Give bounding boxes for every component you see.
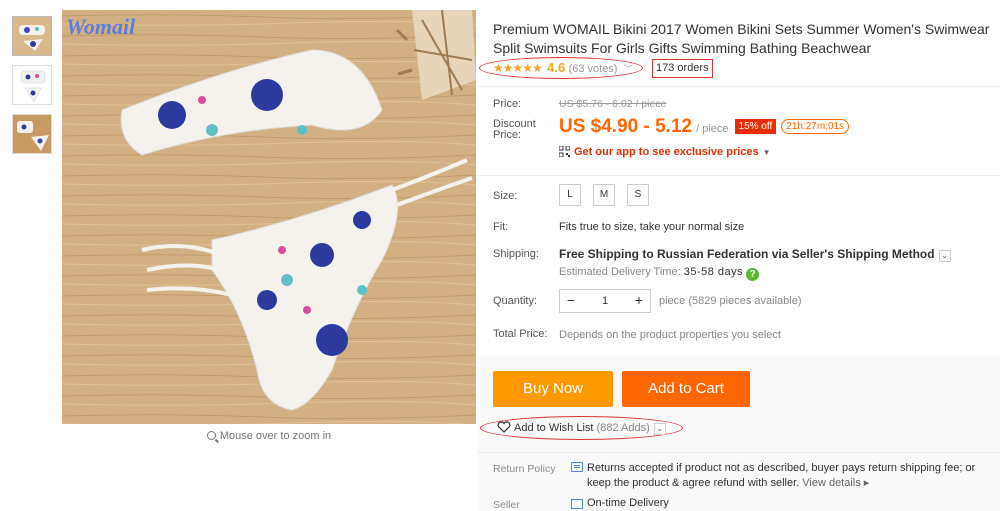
discount-label-line2: Price:: [493, 129, 522, 141]
price-unit: / piece: [696, 123, 729, 135]
brand-watermark: Womail: [66, 14, 136, 39]
seller-guarantee: On-time Delivery: [587, 497, 669, 509]
quantity-input[interactable]: 1: [582, 290, 628, 312]
current-price: US $4.90 - 5.12: [559, 116, 693, 137]
original-price: US $5.76 - 6.02 / piece: [559, 98, 667, 110]
size-label: Size:: [493, 190, 518, 202]
add-to-wishlist-button[interactable]: Add to Wish List (882 Adds) ⌄: [497, 421, 666, 435]
size-option-m[interactable]: M: [593, 184, 615, 206]
return-policy-text: Returns accepted if product not as descr…: [587, 462, 976, 489]
quantity-label: Quantity:: [493, 295, 538, 307]
delivery-icon: [571, 499, 583, 509]
return-policy-icon: [571, 462, 583, 472]
total-price-label: Total Price:: [493, 328, 548, 340]
quantity-increase-button[interactable]: +: [628, 290, 650, 312]
price-label: Price:: [493, 98, 522, 110]
orders-count: 173 orders: [652, 59, 713, 78]
divider: [477, 175, 1000, 176]
view-details-link[interactable]: View details ▸: [802, 477, 869, 489]
zoom-hint: Mouse over to zoom in: [62, 430, 476, 442]
discount-badge: 15% off: [734, 119, 777, 134]
countdown-timer: 21h:27m:01s: [781, 119, 850, 134]
shipping-label: Shipping:: [493, 248, 539, 260]
heart-icon: [497, 421, 511, 433]
wishlist-dropdown-icon[interactable]: ⌄: [653, 423, 666, 435]
shipping-method[interactable]: Free Shipping to Russian Federation via …: [559, 247, 951, 262]
discount-price-row: US $4.90 - 5.12/ piece 15% off 21h:27m:01s: [559, 116, 850, 138]
help-icon[interactable]: ?: [746, 268, 760, 281]
caret-down-icon: ▼: [762, 148, 771, 157]
thumbnail-3[interactable]: [12, 114, 52, 154]
fit-label: Fit:: [493, 221, 509, 233]
qr-code-icon: [559, 146, 570, 157]
quantity-availability: piece (5829 pieces available): [659, 295, 802, 307]
app-promo-link[interactable]: Get our app to see exclusive prices ▼: [559, 146, 771, 158]
rating-votes: (63 votes): [568, 63, 618, 75]
total-price-value: Depends on the product properties you se…: [559, 329, 781, 341]
product-detail-panel: Premium WOMAIL Bikini 2017 Women Bikini …: [477, 0, 1000, 511]
star-rating-icon: ★★★★★: [493, 61, 543, 75]
chevron-down-icon: ﹀: [623, 64, 633, 74]
fit-value: Fits true to size, take your normal size: [559, 221, 745, 233]
divider: [477, 452, 1000, 453]
thumbnail-2[interactable]: [12, 65, 52, 105]
return-policy-label: Return Policy: [493, 463, 556, 475]
product-title: Premium WOMAIL Bikini 2017 Women Bikini …: [493, 21, 990, 56]
magnifier-icon: [206, 431, 216, 440]
shipping-dropdown-icon[interactable]: ⌄: [938, 250, 951, 262]
thumbnail-1[interactable]: [12, 16, 52, 56]
seller-label: Seller: [493, 499, 520, 511]
quantity-stepper: − 1 +: [559, 289, 651, 313]
thumbnail-strip: [12, 16, 54, 163]
wishlist-count: (882 Adds): [596, 422, 650, 434]
size-option-s[interactable]: S: [627, 184, 649, 206]
size-option-l[interactable]: L: [559, 184, 581, 206]
delivery-estimate: Estimated Delivery Time: 35-58 days?: [559, 266, 760, 281]
rating-score: 4.6: [547, 60, 566, 75]
main-product-image[interactable]: Womail: [62, 10, 476, 424]
quantity-decrease-button[interactable]: −: [560, 290, 582, 312]
add-to-cart-button[interactable]: Add to Cart: [622, 371, 750, 407]
divider: [477, 86, 1000, 87]
buy-now-button[interactable]: Buy Now: [493, 371, 613, 407]
rating-summary[interactable]: ★★★★★ 4.6 (63 votes) ﹀: [493, 60, 633, 78]
